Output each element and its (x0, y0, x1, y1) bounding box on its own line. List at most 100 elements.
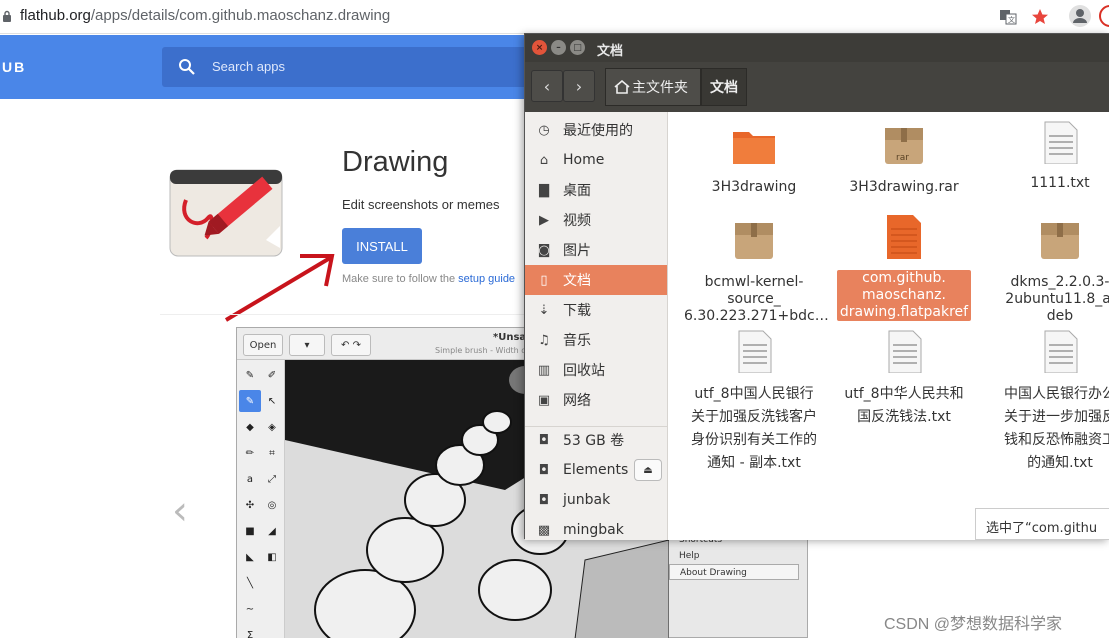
setup-note: Make sure to follow the setup guide (342, 273, 522, 285)
sidebar-item-label: 图片 (563, 243, 591, 259)
archive-box-icon (1041, 223, 1079, 259)
file-item-text[interactable]: utf_8中华人民共和 国反洗钱法.txt (834, 306, 974, 452)
file-grid: 3H3drawing rar 3H3drawing.rar 1111.txt b… (668, 112, 1109, 540)
back-button[interactable]: ‹ (531, 70, 563, 102)
sidebar-item-videos[interactable]: ▶ 视频 (525, 205, 667, 235)
file-item-flatpakref[interactable]: com.github. maoschanz. drawing.flatpakre… (834, 198, 974, 321)
file-item-text[interactable]: 中国人民银行办公 关于进一步加强反 钱和反恐怖融资工 的通知.txt (990, 306, 1109, 498)
document-icon: ▯ (540, 272, 548, 288)
file-manager-toolbar: ‹ › 主文件夹 文档 (525, 62, 1109, 112)
text-file-icon (1044, 121, 1078, 165)
menu-item-about: About Drawing (669, 564, 799, 580)
sidebar-item-label: 视频 (563, 213, 591, 229)
flathub-logo[interactable]: UB (2, 59, 26, 75)
sidebar-item-music[interactable]: ♫ 音乐 (525, 325, 667, 355)
breadcrumb-documents[interactable]: 文档 (701, 68, 747, 106)
curve-tool-icon: ∼ (245, 603, 255, 615)
window-title: 文档 (597, 44, 624, 59)
sidebar-item-label: 回收站 (563, 363, 605, 379)
sidebar-item-home[interactable]: ⌂ Home (525, 145, 667, 175)
profile-icon[interactable] (1069, 5, 1091, 27)
text-file-icon (738, 330, 772, 374)
sidebar-item-network[interactable]: ▣ 网络 (525, 385, 667, 415)
search-icon (179, 59, 195, 75)
camera-icon: ◙ (537, 242, 551, 258)
sidebar-item-downloads[interactable]: ⇣ 下载 (525, 295, 667, 325)
sidebar-item-label: mingbak (563, 522, 624, 538)
points-tool-icon: ✣ (245, 499, 255, 511)
sidebar-item-label: Elements (563, 462, 629, 478)
brush-tool-icon: ✎ (239, 390, 261, 412)
forward-button[interactable]: › (563, 70, 595, 102)
line-tool-icon: ↖ (267, 395, 277, 407)
account-menu-icon[interactable] (1099, 5, 1109, 27)
file-name: utf_8中国人民银行 关于加强反洗钱客户 身份识别有关工作的 通知 - 副本.… (691, 386, 817, 471)
carousel-prev-chevron-icon[interactable]: ‹ (172, 488, 188, 534)
places-sidebar: ◷ 最近使用的 ⌂ Home ▇ 桌面 ▶ 视频 ◙ 图片 ▯ 文档 ⇣ 下载 ♫ 音乐 ▥ 回收… (525, 112, 668, 540)
open-button: Open (243, 334, 283, 356)
install-button[interactable]: INSTALL (342, 228, 422, 264)
crop-tool-icon: ⌗ (269, 447, 275, 459)
trash-icon: ▥ (537, 362, 551, 378)
flathub-header: UB Search apps (0, 35, 524, 99)
app-summary: Edit screenshots or memes (342, 197, 500, 212)
bookmark-star-icon[interactable] (1030, 7, 1050, 27)
close-window-icon[interactable]: × (532, 40, 547, 55)
pencil-tool-icon: ✎ (245, 369, 255, 381)
url-path: /apps/details/com.github.maoschanz.drawi… (90, 7, 391, 24)
minimize-window-icon[interactable]: – (551, 40, 566, 55)
network-icon: ▣ (537, 392, 551, 408)
recent-icon: ◷ (538, 122, 550, 138)
sidebar-item-recent[interactable]: ◷ 最近使用的 (525, 115, 667, 145)
sidebar-item-mingbak[interactable]: ▩ mingbak (525, 515, 667, 540)
filter-tool-icon: ◧ (267, 551, 277, 563)
drive-icon: ◘ (538, 462, 550, 478)
rotate-tool-icon: ◎ (267, 499, 277, 511)
menu-item-help: Help (679, 551, 700, 561)
new-menu-icon: ▾ (289, 334, 325, 356)
file-name: 3H3drawing (711, 179, 797, 195)
archive-box-icon: rar (885, 128, 923, 164)
archive-box-icon (735, 223, 773, 259)
archive-badge: rar (896, 153, 909, 163)
sidebar-item-pictures[interactable]: ◙ 图片 (525, 235, 667, 265)
sidebar-item-volume-53gb[interactable]: ◘ 53 GB 卷 (525, 425, 667, 455)
app-menu-popup: Shortcuts Help About Drawing (669, 532, 799, 592)
file-item-folder[interactable]: 3H3drawing (684, 124, 824, 196)
eject-icon[interactable]: ⏏ (634, 459, 662, 481)
file-item-text[interactable]: utf_8中国人民银行 关于加强反洗钱客户 身份识别有关工作的 通知 - 副本.… (684, 306, 824, 498)
sidebar-item-documents[interactable]: ▯ 文档 (525, 265, 667, 295)
window-titlebar[interactable]: × – □ 文档 (525, 34, 1109, 62)
setup-guide-link[interactable]: setup guide (458, 273, 515, 285)
sigma-tool-icon: Σ (246, 629, 254, 638)
sidebar-item-label: Home (563, 152, 605, 168)
breadcrumb-home[interactable]: 主文件夹 (605, 68, 701, 106)
eraser-tool-icon: ◆ (246, 421, 254, 433)
maximize-window-icon[interactable]: □ (570, 40, 585, 55)
search-box[interactable]: Search apps (162, 47, 524, 87)
file-manager-window: × – □ 文档 ‹ › 主文件夹 文档 ◷ 最近使用的 ⌂ Home ▇ 桌面 ▶ 视… (524, 33, 1109, 540)
home-icon (614, 80, 630, 94)
text-file-icon (888, 330, 922, 374)
undo-redo-icon: ↶ ↷ (331, 334, 371, 356)
forward-arrow-icon: › (575, 76, 583, 96)
file-name: 3H3drawing.rar (849, 179, 959, 195)
picker-tool-icon: ✐ (267, 369, 277, 381)
sidebar-item-label: 桌面 (563, 183, 591, 199)
translate-icon[interactable]: 文 (998, 7, 1018, 27)
search-input[interactable]: Search apps (212, 59, 285, 74)
browser-address-bar[interactable]: flathub.org/apps/details/com.github.maos… (0, 0, 1109, 34)
select-tool-icon: ◣ (246, 551, 254, 563)
file-item-text[interactable]: 1111.txt (990, 120, 1109, 192)
sidebar-item-elements[interactable]: ◘ Elements ⏏ (525, 455, 667, 485)
sidebar-item-junbak[interactable]: ◘ junbak (525, 485, 667, 515)
sidebar-item-trash[interactable]: ▥ 回收站 (525, 355, 667, 385)
screenshot-subtitle: Simple brush - Width dep (435, 346, 537, 355)
drive-icon: ◘ (538, 432, 550, 448)
sidebar-item-desktop[interactable]: ▇ 桌面 (525, 175, 667, 205)
skew-tool-icon: ◢ (268, 525, 276, 537)
file-item-rar[interactable]: rar 3H3drawing.rar (834, 124, 974, 196)
url-text[interactable]: flathub.org/apps/details/com.github.maos… (20, 7, 390, 24)
sidebar-item-label: 音乐 (563, 333, 591, 349)
selection-status: 选中了“com.githu (975, 508, 1109, 540)
